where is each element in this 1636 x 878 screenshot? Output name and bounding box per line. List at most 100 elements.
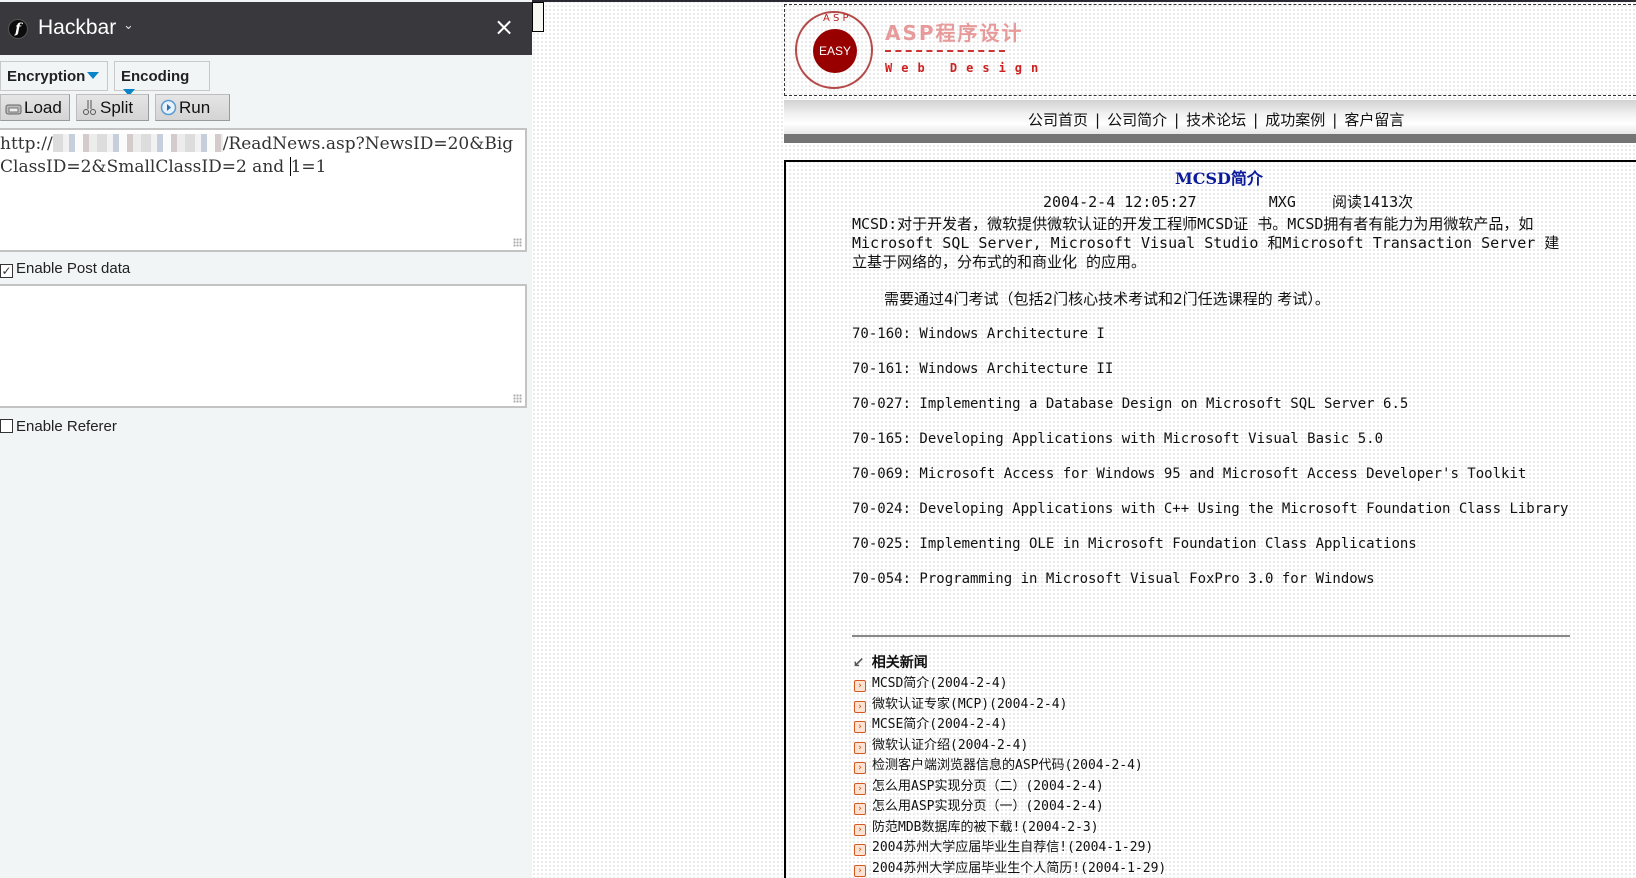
enable-post-data-row[interactable]: ✓ Enable Post data	[0, 260, 130, 278]
related-news-item[interactable]: › MCSE简介(2004-2-4)	[854, 713, 1008, 733]
site-header: A S P EASY ASP程序设计 Web Design	[784, 4, 1636, 96]
article-reads: 阅读1413次	[1332, 193, 1414, 211]
bullet-arrow-icon: ›	[854, 742, 866, 754]
chevron-down-icon[interactable]: ⌄	[123, 18, 134, 33]
enable-referer-row[interactable]: Enable Referer	[0, 418, 117, 435]
related-news-link[interactable]: 微软认证介绍(2004-2-4)	[872, 738, 1028, 753]
bullet-arrow-icon: ›	[854, 680, 866, 692]
dropdown-arrow-icon	[87, 72, 100, 79]
related-news-link[interactable]: MCSD简介(2004-2-4)	[872, 676, 1008, 691]
related-news-link[interactable]: 检测客户端浏览器信息的ASP代码(2004-2-4)	[872, 758, 1143, 773]
related-news-link[interactable]: 怎么用ASP实现分页（一）(2004-2-4)	[872, 799, 1104, 814]
page-scrollbar-stub[interactable]	[532, 2, 544, 32]
related-news-item[interactable]: › 防范MDB数据库的被下载!(2004-2-3)	[854, 816, 1099, 836]
article-author: MXG	[1268, 193, 1296, 211]
site-title-divider	[885, 50, 1005, 52]
navbar-bottom-bar	[784, 134, 1636, 143]
related-news-link[interactable]: 怎么用ASP实现分页（二）(2004-2-4)	[872, 779, 1104, 794]
site-logo-seal: A S P EASY	[795, 11, 873, 89]
run-button-label: Run	[179, 98, 211, 117]
exam-item: 70-025: Implementing OLE in Microsoft Fo…	[852, 536, 1417, 552]
exam-item: 70-165: Developing Applications with Mic…	[852, 431, 1384, 447]
hackbar-logo-icon: f	[8, 19, 28, 39]
related-news-item[interactable]: › MCSD简介(2004-2-4)	[854, 672, 1008, 692]
exam-item: 70-027: Implementing a Database Design o…	[852, 396, 1409, 412]
enable-post-data-label: Enable Post data	[16, 260, 131, 277]
load-icon	[5, 104, 22, 115]
related-news-link[interactable]: 2004苏州大学应届毕业生个人简历!(2004-1-29)	[872, 861, 1166, 876]
related-news-item[interactable]: › 怎么用ASP实现分页（二）(2004-2-4)	[854, 775, 1104, 795]
nav-home[interactable]: 公司首页	[1028, 111, 1088, 129]
bullet-arrow-icon: ›	[854, 865, 866, 877]
split-button[interactable]: Split	[76, 94, 149, 121]
related-news-title: 相关新闻	[871, 655, 928, 671]
exam-item: 70-069: Microsoft Access for Windows 95 …	[852, 466, 1527, 482]
article-intro: MCSD:对于开发者，微软提供微软认证的开发工程师MCSD证 书。MCSD拥有者…	[852, 215, 1560, 271]
exam-item: 70-160: Windows Architecture I	[852, 326, 1105, 342]
related-news-item[interactable]: › 2004苏州大学应届毕业生自荐信!(2004-1-29)	[854, 836, 1153, 856]
article-title: MCSD简介	[1175, 169, 1263, 188]
related-news-item[interactable]: › 怎么用ASP实现分页（一）(2004-2-4)	[854, 795, 1104, 815]
bullet-arrow-icon: ›	[854, 844, 866, 856]
article-meta: 2004-2-4 12:05:27 MXG 阅读1413次	[1043, 191, 1413, 212]
exam-item: 70-054: Programming in Microsoft Visual …	[852, 571, 1375, 587]
related-news-item[interactable]: › 微软认证介绍(2004-2-4)	[854, 734, 1028, 754]
bullet-arrow-icon: ›	[854, 721, 866, 733]
nav-forum[interactable]: 技术论坛	[1186, 111, 1246, 129]
exam-item: 70-024: Developing Applications with C++…	[852, 501, 1569, 517]
related-news-item[interactable]: › 微软认证专家(MCP)(2004-2-4)	[854, 693, 1067, 713]
resize-handle[interactable]	[513, 394, 522, 403]
load-button-label: Load	[24, 98, 62, 117]
encryption-menu-label: Encryption	[7, 68, 86, 85]
enable-referer-checkbox[interactable]	[0, 419, 13, 433]
related-news-item[interactable]: › 2004苏州大学应届毕业生个人简历!(2004-1-29)	[854, 857, 1166, 877]
nav-separator: |	[1174, 111, 1180, 129]
redacted-host	[52, 134, 223, 152]
nav-separator: |	[1253, 111, 1259, 129]
hackbar-title[interactable]: Hackbar	[38, 16, 116, 40]
resize-handle[interactable]	[513, 238, 522, 247]
related-news-heading: ↓ 相关新闻	[848, 652, 928, 673]
bullet-arrow-icon: ›	[854, 803, 866, 815]
bullet-arrow-icon: ›	[854, 762, 866, 774]
hackbar-panel: f Hackbar ⌄ × Encryption Encoding Load S…	[0, 0, 532, 878]
site-nav-links: 公司首页 | 公司简介 | 技术论坛 | 成功案例 | 客户留言	[1028, 109, 1404, 130]
site-title: ASP程序设计	[885, 21, 1024, 45]
bullet-arrow-icon: ›	[854, 701, 866, 713]
load-button[interactable]: Load	[0, 94, 70, 121]
url-input[interactable]: http:///ReadNews.asp?NewsID=20&BigClassI…	[0, 128, 527, 252]
bullet-arrow-icon: ›	[854, 824, 866, 836]
nav-cases[interactable]: 成功案例	[1265, 111, 1325, 129]
related-news-link[interactable]: 2004苏州大学应届毕业生自荐信!(2004-1-29)	[872, 840, 1153, 855]
run-button[interactable]: Run	[155, 94, 230, 121]
exam-item: 70-161: Windows Architecture II	[852, 361, 1114, 377]
nav-guestbook[interactable]: 客户留言	[1344, 111, 1404, 129]
article-requirement: 需要通过4门考试（包括2门核心技术考试和2门任选课程的 考试）。	[884, 290, 1330, 308]
url-tail: 1=1	[290, 157, 327, 177]
nav-separator: |	[1332, 111, 1338, 129]
site-subtitle: Web Design	[885, 61, 1048, 75]
encryption-menu[interactable]: Encryption	[0, 61, 108, 91]
enable-referer-label: Enable Referer	[16, 418, 117, 435]
close-icon[interactable]: ×	[494, 13, 514, 41]
seal-ring-text: A S P	[823, 13, 849, 24]
seal-center: EASY	[813, 29, 857, 73]
bullet-arrow-icon: ›	[854, 783, 866, 795]
nav-separator: |	[1095, 111, 1101, 129]
related-news-link[interactable]: 防范MDB数据库的被下载!(2004-2-3)	[872, 820, 1099, 835]
hackbar-header: f Hackbar ⌄ ×	[0, 2, 532, 55]
split-icon	[83, 100, 96, 115]
related-divider	[852, 635, 1570, 637]
related-news-link[interactable]: MCSE简介(2004-2-4)	[872, 717, 1008, 732]
related-news-link[interactable]: 微软认证专家(MCP)(2004-2-4)	[872, 697, 1067, 712]
article-date: 2004-2-4 12:05:27	[1043, 193, 1197, 211]
encoding-menu[interactable]: Encoding	[114, 61, 210, 96]
related-news-item[interactable]: › 检测客户端浏览器信息的ASP代码(2004-2-4)	[854, 754, 1143, 774]
nav-about[interactable]: 公司简介	[1107, 111, 1167, 129]
run-icon	[160, 99, 177, 116]
split-button-label: Split	[100, 98, 134, 117]
enable-post-data-checkbox[interactable]: ✓	[0, 264, 13, 278]
encoding-menu-label: Encoding	[121, 68, 190, 85]
url-prefix: http://	[0, 134, 53, 154]
post-data-input[interactable]	[0, 284, 527, 408]
